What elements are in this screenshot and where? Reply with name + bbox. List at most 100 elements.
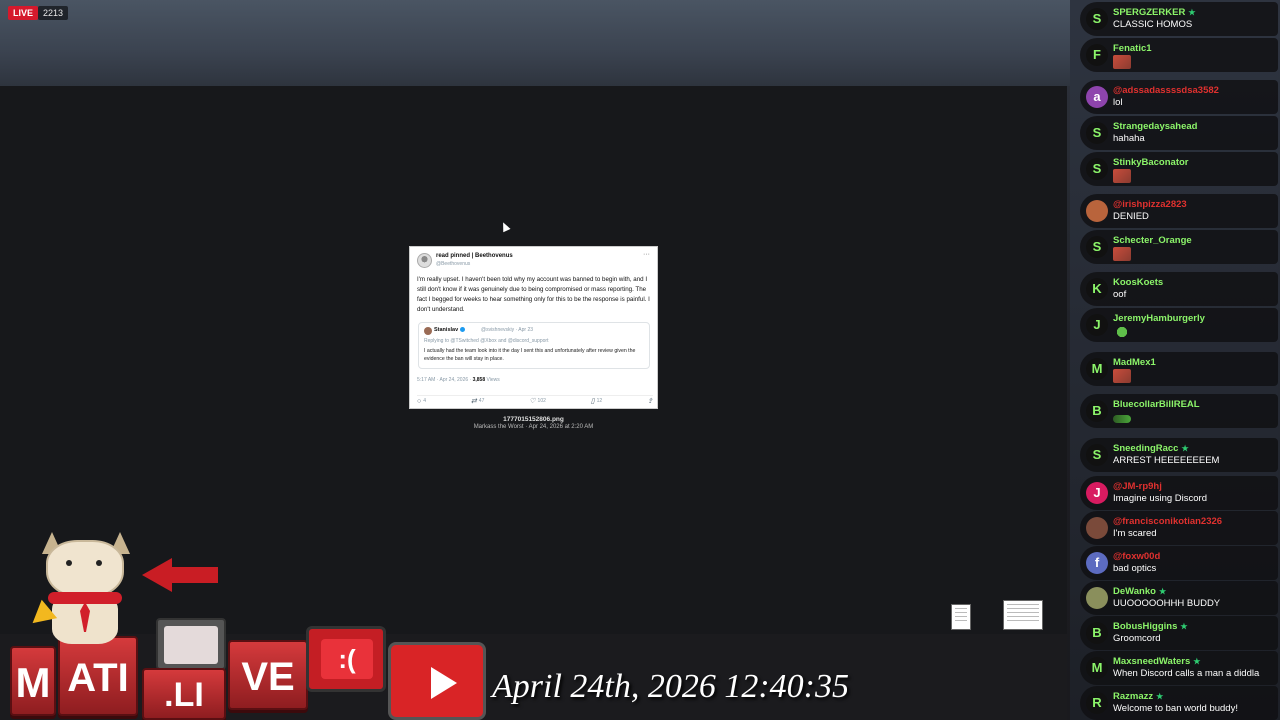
- chat-avatar[interactable]: J: [1086, 314, 1108, 336]
- chat-username[interactable]: @foxw00d: [1113, 551, 1160, 562]
- chat-message-text: DENIED: [1113, 211, 1149, 222]
- thumbnail-1[interactable]: [951, 604, 971, 630]
- tweet-body: I'm really upset. I haven't been told wh…: [417, 276, 650, 313]
- small-tv-graphic: [156, 618, 226, 670]
- chat-avatar[interactable]: a: [1086, 86, 1108, 108]
- chat-username[interactable]: BobusHiggins ★: [1113, 621, 1188, 632]
- chat-message: a @adssadassssdsa3582 lol: [1080, 80, 1280, 114]
- chat-username[interactable]: MaxsneedWaters ★: [1113, 656, 1200, 667]
- chat-emote-icon: [1113, 55, 1131, 69]
- chat-message: DeWanko ★ UUOOOOOHHH BUDDY: [1080, 581, 1280, 615]
- chat-avatar[interactable]: R: [1086, 692, 1108, 714]
- chat-username[interactable]: @JM-rp9hj: [1113, 481, 1162, 492]
- chat-avatar[interactable]: M: [1086, 358, 1108, 380]
- member-star-icon: ★: [1158, 587, 1167, 596]
- chat-avatar[interactable]: S: [1086, 236, 1108, 258]
- chat-message-text: lol: [1113, 97, 1123, 108]
- bookmark-icon: ▯: [590, 398, 595, 405]
- chat-message: S StinkyBaconator: [1080, 152, 1280, 186]
- tweet-display-name: read pinned | Beethovenus: [436, 253, 513, 259]
- chat-message-text: hahaha: [1113, 133, 1145, 144]
- chat-message-text: CLASSIC HOMOS: [1113, 19, 1193, 30]
- chat-message-text: bad optics: [1113, 563, 1157, 574]
- logo-block-1: M: [10, 646, 56, 716]
- chat-avatar[interactable]: S: [1086, 444, 1108, 466]
- logo-block-4: VE: [228, 640, 308, 710]
- chat-username[interactable]: StinkyBaconator: [1113, 157, 1189, 168]
- chat-message-text: oof: [1113, 289, 1127, 300]
- mascot-cat-icon: [38, 532, 134, 644]
- chat-emote-icon: [1113, 369, 1131, 383]
- attachment-meta: Markass the Worst · Apr 24, 2026 at 2:20…: [473, 424, 594, 430]
- attachment-filename: 1777015152806.png: [503, 416, 564, 423]
- chat-username[interactable]: Strangedaysahead: [1113, 121, 1197, 132]
- tweet-actions: ○ 4 ⇄ 47 ♡ 102 ▯ 12 ⇪: [417, 395, 653, 405]
- live-badge: LIVE: [8, 6, 39, 20]
- chat-avatar[interactable]: M: [1086, 657, 1108, 679]
- chat-message: R Razmazz ★ Welcome to ban world buddy!: [1080, 686, 1280, 720]
- chat-username[interactable]: Schecter_Orange: [1113, 235, 1192, 246]
- chat-avatar[interactable]: [1086, 200, 1108, 222]
- chat-emote-icon: [1113, 169, 1131, 183]
- chat-avatar[interactable]: J: [1086, 482, 1108, 504]
- heart-icon: ♡: [529, 398, 536, 405]
- chat-message: M MadMex1: [1080, 352, 1280, 386]
- date-time-overlay: April 24th, 2026 12:40:35: [492, 668, 849, 705]
- viewer-count: 2213: [38, 6, 69, 20]
- chat-message-text: ARREST HEEEEEEEEM: [1113, 455, 1220, 466]
- tweet-screenshot[interactable]: read pinned | Beethovenus @Beethovenus ·…: [409, 246, 658, 409]
- chat-message-text: Groomcord: [1113, 633, 1161, 644]
- stream-frame: LIVE 2213 read pinned | Beethovenus @Bee…: [0, 0, 1280, 720]
- chat-message-text: When Discord calls a man a diddla: [1113, 668, 1260, 679]
- quote-avatar: [424, 327, 432, 335]
- retweet-icon: ⇄: [470, 398, 477, 405]
- chat-avatar[interactable]: B: [1086, 622, 1108, 644]
- tv-graphic: :(: [306, 626, 386, 692]
- chat-username[interactable]: Razmazz ★: [1113, 691, 1163, 702]
- chat-username[interactable]: @francisconikotian2326: [1113, 516, 1222, 527]
- share-icon: ⇪: [647, 398, 653, 405]
- bookmark-action: ▯ 12: [590, 398, 603, 405]
- chat-avatar[interactable]: [1086, 517, 1108, 539]
- chat-message: @francisconikotian2326 I'm scared: [1080, 511, 1280, 545]
- chat-username[interactable]: Fenatic1: [1113, 43, 1152, 54]
- chat-message: S Strangedaysahead hahaha: [1080, 116, 1280, 150]
- member-star-icon: ★: [1180, 622, 1188, 631]
- quote-meta: @svishnevskiy · Apr 23: [481, 327, 534, 333]
- chat-avatar[interactable]: B: [1086, 400, 1108, 422]
- chat-message: F Fenatic1: [1080, 38, 1280, 72]
- chat-message: J JeremyHamburgerly: [1080, 308, 1280, 342]
- chat-message: K KoosKoets oof: [1080, 272, 1280, 306]
- chat-emote-icon: [1113, 415, 1131, 423]
- chat-username[interactable]: @adssadassssdsa3582: [1113, 85, 1219, 96]
- more-icon: ···: [643, 251, 650, 258]
- chat-username[interactable]: SPERGZERKER ★: [1113, 7, 1196, 18]
- chat-emote-icon: [1113, 247, 1131, 261]
- chat-avatar[interactable]: S: [1086, 8, 1108, 30]
- chat-avatar[interactable]: S: [1086, 122, 1108, 144]
- chat-avatar[interactable]: F: [1086, 44, 1108, 66]
- member-star-icon: ★: [1156, 692, 1164, 701]
- chat-message: S SneedingRacc ★ ARREST HEEEEEEEEM: [1080, 438, 1280, 472]
- chat-avatar[interactable]: [1086, 587, 1108, 609]
- chat-username[interactable]: @irishpizza2823: [1113, 199, 1187, 210]
- chat-message: S Schecter_Orange: [1080, 230, 1280, 264]
- chat-username[interactable]: MadMex1: [1113, 357, 1156, 368]
- chat-avatar[interactable]: S: [1086, 158, 1108, 180]
- tweet-timestamp: 5:17 AM · Apr 24, 2026 · 3,858 Views: [417, 377, 500, 383]
- logo-block-3: .LI: [142, 668, 226, 720]
- chat-username[interactable]: BluecollarBillREAL: [1113, 399, 1200, 410]
- chat-message-text: I'm scared: [1113, 528, 1157, 539]
- chat-username[interactable]: DeWanko ★: [1113, 586, 1166, 597]
- thumbnail-2[interactable]: [1003, 600, 1043, 630]
- stream-top-strip: [0, 0, 1070, 86]
- quote-body: I actually had the team look into it the…: [424, 348, 636, 362]
- quoted-reply: Stanislav @svishnevskiy · Apr 23 Replyin…: [418, 322, 650, 369]
- chat-username[interactable]: JeremyHamburgerly: [1113, 313, 1205, 324]
- chat-username[interactable]: SneedingRacc ★: [1113, 443, 1189, 454]
- chat-message: f @foxw00d bad optics: [1080, 546, 1280, 580]
- chat-username[interactable]: KoosKoets: [1113, 277, 1163, 288]
- verified-icon: [460, 327, 466, 333]
- chat-avatar[interactable]: f: [1086, 552, 1108, 574]
- chat-avatar[interactable]: K: [1086, 278, 1108, 300]
